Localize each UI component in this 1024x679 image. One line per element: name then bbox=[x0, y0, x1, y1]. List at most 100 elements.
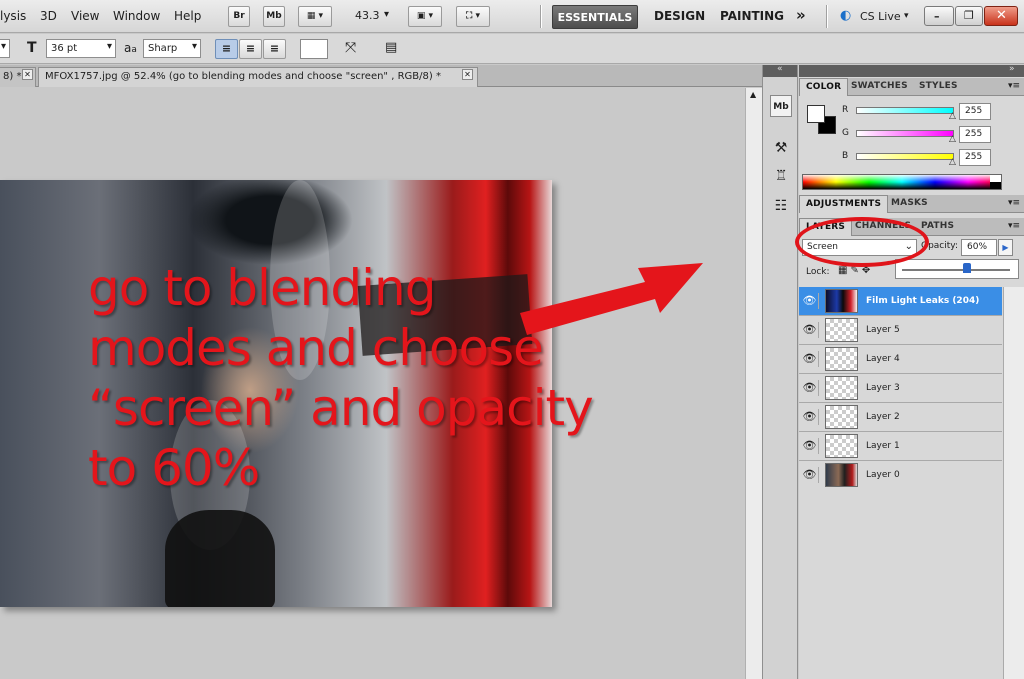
tool-presets-icon[interactable]: ☷ bbox=[770, 195, 792, 217]
layer-thumbnail[interactable] bbox=[825, 376, 858, 400]
minimize-button[interactable]: – bbox=[924, 6, 954, 26]
tab-styles[interactable]: STYLES bbox=[913, 78, 964, 96]
layer-thumbnail[interactable] bbox=[825, 405, 858, 429]
clone-source-icon[interactable]: ♖ bbox=[770, 165, 792, 187]
restore-button[interactable]: ❐ bbox=[955, 6, 983, 26]
layer-row[interactable]: 👁 Layer 5 bbox=[799, 316, 1002, 345]
green-channel-slider[interactable] bbox=[856, 130, 954, 137]
opacity-popup-slider[interactable] bbox=[895, 259, 1019, 279]
layer-row[interactable]: 👁 Layer 0 bbox=[799, 461, 1002, 490]
eye-icon[interactable]: 👁 bbox=[801, 438, 819, 454]
eye-icon[interactable]: 👁 bbox=[801, 351, 819, 367]
menu-analysis[interactable]: lysis bbox=[0, 9, 26, 23]
layer-thumbnail[interactable] bbox=[825, 347, 858, 371]
layer-name[interactable]: Layer 4 bbox=[866, 354, 900, 364]
layer-name[interactable]: Layer 0 bbox=[866, 470, 900, 480]
slider-thumb-icon[interactable]: △ bbox=[949, 134, 956, 144]
minibridge-dock-button[interactable]: Mb bbox=[770, 95, 792, 117]
layer-name[interactable]: Layer 1 bbox=[866, 441, 900, 451]
opacity-slider-thumb[interactable] bbox=[962, 263, 971, 273]
color-spectrum-ramp[interactable] bbox=[802, 174, 1002, 190]
menu-help[interactable]: Help bbox=[174, 9, 201, 23]
eye-icon[interactable]: 👁 bbox=[801, 409, 819, 425]
character-panel-icon[interactable]: ▤ bbox=[385, 40, 397, 55]
black-white-swatch[interactable] bbox=[990, 175, 1001, 189]
screen-mode-button[interactable]: ⛶ ▾ bbox=[456, 6, 490, 27]
layer-name[interactable]: Layer 5 bbox=[866, 325, 900, 335]
antialias-select[interactable]: Sharp ▾ bbox=[143, 39, 201, 58]
view-extras-button[interactable]: ▦ ▾ bbox=[298, 6, 332, 27]
collapse-icon[interactable]: « bbox=[777, 64, 783, 74]
align-center-button[interactable]: ≡ bbox=[239, 39, 262, 59]
opacity-popup-arrow-icon[interactable]: ▶ bbox=[998, 239, 1013, 256]
canvas-vertical-scrollbar[interactable]: ▲ bbox=[745, 88, 762, 679]
align-left-button[interactable]: ≡ bbox=[215, 39, 238, 59]
workspace-design-button[interactable]: DESIGN bbox=[654, 9, 705, 23]
close-icon[interactable]: ✕ bbox=[462, 69, 473, 80]
brush-icon[interactable]: ⚒ bbox=[770, 137, 792, 159]
layer-thumbnail[interactable] bbox=[825, 289, 858, 313]
workspace-painting-button[interactable]: PAINTING bbox=[720, 9, 784, 23]
slider-thumb-icon[interactable]: △ bbox=[949, 157, 956, 167]
workspace-essentials-button[interactable]: ESSENTIALS bbox=[552, 5, 638, 29]
zoom-level[interactable]: 43.3 bbox=[355, 9, 380, 22]
layers-scrollbar[interactable] bbox=[1003, 287, 1024, 679]
arrange-documents-button[interactable]: ▣ ▾ bbox=[408, 6, 442, 27]
minimize-icon: – bbox=[934, 10, 940, 23]
minibridge-button[interactable]: Mb bbox=[263, 6, 285, 27]
tab-adjustments[interactable]: ADJUSTMENTS bbox=[799, 195, 889, 213]
tab-masks[interactable]: MASKS bbox=[885, 195, 934, 213]
tab-active-document[interactable]: MFOX1757.jpg @ 52.4% (go to blending mod… bbox=[38, 67, 478, 87]
layer-row[interactable]: 👁 Layer 2 bbox=[799, 403, 1002, 432]
chevron-down-icon[interactable]: ▾ bbox=[384, 9, 389, 20]
lock-transparent-icon[interactable]: ▦ bbox=[838, 265, 850, 276]
opacity-input[interactable]: 60% bbox=[961, 239, 997, 256]
layer-name[interactable]: Film Light Leaks (204) bbox=[866, 296, 979, 306]
layer-name[interactable]: Layer 2 bbox=[866, 412, 900, 422]
panel-menu-icon[interactable]: ▾≡ bbox=[1008, 81, 1020, 91]
eye-icon[interactable]: 👁 bbox=[801, 467, 819, 483]
layer-row[interactable]: 👁 Layer 3 bbox=[799, 374, 1002, 403]
cs-live-button[interactable]: CS Live bbox=[860, 10, 901, 23]
slider-thumb-icon[interactable]: △ bbox=[949, 111, 956, 121]
align-right-button[interactable]: ≡ bbox=[263, 39, 286, 59]
layer-thumbnail[interactable] bbox=[825, 318, 858, 342]
menu-window[interactable]: Window bbox=[113, 9, 160, 23]
chevron-down-icon[interactable]: ▾ bbox=[904, 11, 909, 21]
green-channel-input[interactable]: 255 bbox=[959, 126, 991, 143]
cs-live-icon[interactable]: ◐ bbox=[840, 8, 851, 23]
font-family-field[interactable]: ▾ bbox=[0, 39, 10, 58]
layer-name[interactable]: Layer 3 bbox=[866, 383, 900, 393]
layer-thumbnail[interactable] bbox=[825, 434, 858, 458]
layer-row[interactable]: 👁 Layer 1 bbox=[799, 432, 1002, 461]
scroll-up-icon[interactable]: ▲ bbox=[750, 90, 756, 99]
close-button[interactable]: ✕ bbox=[984, 6, 1018, 26]
opacity-slider-track[interactable] bbox=[902, 269, 1010, 271]
panel-menu-icon[interactable]: ▾≡ bbox=[1008, 198, 1020, 208]
layer-thumbnail[interactable] bbox=[825, 463, 858, 487]
menu-view[interactable]: View bbox=[71, 9, 99, 23]
highlight-circle-annotation bbox=[795, 217, 929, 267]
menu-3d[interactable]: 3D bbox=[40, 9, 57, 23]
warp-text-icon[interactable]: ⤧ bbox=[345, 40, 356, 56]
red-channel-input[interactable]: 255 bbox=[959, 103, 991, 120]
blue-channel-input[interactable]: 255 bbox=[959, 149, 991, 166]
eye-icon[interactable]: 👁 bbox=[801, 322, 819, 338]
chevron-down-icon: ▾ bbox=[106, 41, 112, 52]
text-color-swatch[interactable] bbox=[300, 39, 328, 59]
tab-color[interactable]: COLOR bbox=[799, 78, 849, 96]
eye-icon[interactable]: 👁 bbox=[801, 380, 819, 396]
foreground-color-swatch[interactable] bbox=[807, 105, 825, 123]
red-channel-slider[interactable] bbox=[856, 107, 954, 114]
panel-menu-icon[interactable]: ▾≡ bbox=[1008, 221, 1020, 231]
font-size-field[interactable]: 36 pt ▾ bbox=[46, 39, 116, 58]
eye-icon[interactable]: 👁 bbox=[801, 293, 819, 309]
expand-icon[interactable]: » bbox=[1009, 64, 1015, 74]
more-workspaces-button[interactable]: » bbox=[796, 6, 806, 24]
blue-channel-slider[interactable] bbox=[856, 153, 954, 160]
bridge-button[interactable]: Br bbox=[228, 6, 250, 27]
layer-row[interactable]: 👁 Layer 4 bbox=[799, 345, 1002, 374]
close-icon[interactable]: ✕ bbox=[22, 69, 33, 80]
layer-row[interactable]: 👁 Film Light Leaks (204) bbox=[799, 287, 1002, 316]
tab-swatches[interactable]: SWATCHES bbox=[845, 78, 914, 96]
